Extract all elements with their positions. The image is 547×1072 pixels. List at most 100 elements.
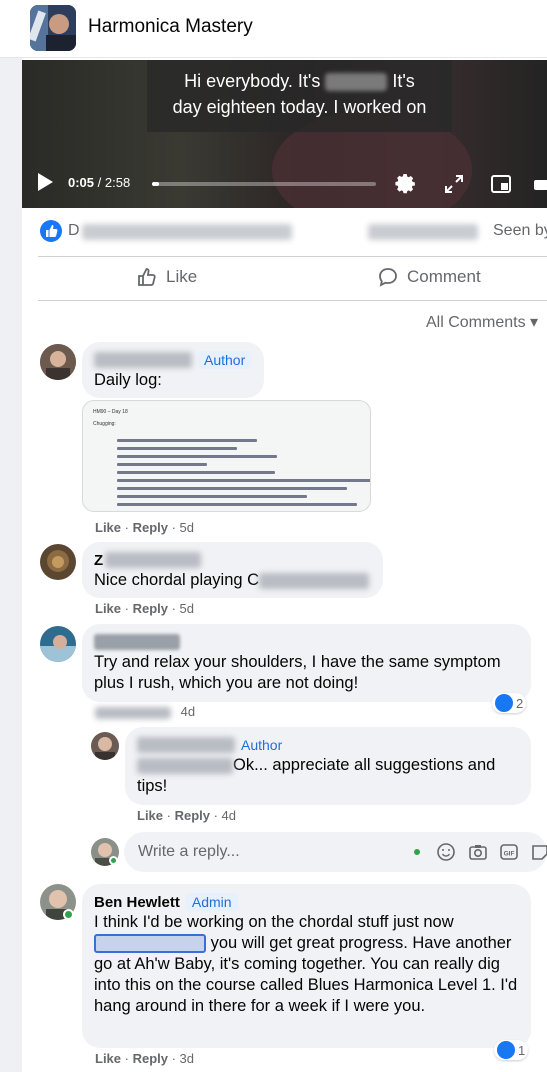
chevron-down-icon: ▾ xyxy=(530,314,539,331)
volume-icon[interactable] xyxy=(532,172,547,196)
comment-bubble: Ben Hewlett Admin I think I'd be working… xyxy=(82,884,531,1048)
reply-input[interactable]: Write a reply... GIF xyxy=(124,832,547,872)
comment-meta: Like · Reply · 5d xyxy=(95,601,195,616)
like-reaction-icon xyxy=(495,694,513,712)
play-icon[interactable] xyxy=(38,173,53,191)
note-heading: HM90 – Day 18 xyxy=(93,409,128,415)
group-avatar[interactable] xyxy=(30,5,76,51)
caption-line1-end: It's xyxy=(392,71,415,91)
video-player[interactable]: Hi everybody. It's It's day eighteen tod… xyxy=(22,60,547,208)
like-link[interactable]: Like xyxy=(95,1051,121,1066)
reply-time[interactable]: 4d xyxy=(222,808,236,823)
reply-author[interactable]: Author xyxy=(137,735,519,755)
author-badge: Author xyxy=(241,737,283,753)
all-comments-label: All Comments xyxy=(426,314,526,331)
author-badge: Admin xyxy=(185,893,238,911)
camera-icon[interactable] xyxy=(468,842,488,862)
settings-gear-icon[interactable] xyxy=(394,172,418,196)
reaction-count: 2 xyxy=(516,695,524,711)
divider-top xyxy=(38,256,547,257)
sticker-icon[interactable] xyxy=(530,842,547,862)
fullscreen-icon[interactable] xyxy=(442,172,466,196)
comment-image-attachment[interactable]: HM90 – Day 18 Chugging: xyxy=(82,400,371,512)
comment-count-redacted xyxy=(368,224,478,240)
comment-text-line1: I think I'd be working on the chordal st… xyxy=(94,913,454,931)
author-name-redacted xyxy=(94,634,180,650)
like-label: Like xyxy=(166,267,198,286)
picture-in-picture-icon[interactable] xyxy=(489,172,513,196)
reactor-names-redacted xyxy=(82,224,292,240)
author-name-redacted xyxy=(137,737,235,753)
comment-author[interactable] xyxy=(94,632,519,652)
comment-meta: Like · Reply · 3d xyxy=(95,1051,195,1066)
mention-redacted[interactable] xyxy=(94,934,206,954)
author-name-redacted xyxy=(94,352,192,368)
svg-text:GIF: GIF xyxy=(504,851,515,858)
author-name: Ben Hewlett xyxy=(94,893,180,911)
reaction-count-badge[interactable]: 1 xyxy=(494,1040,529,1060)
reaction-count-badge[interactable]: 2 xyxy=(492,693,527,713)
comment-label: Comment xyxy=(407,267,481,286)
author-badge: Author xyxy=(198,351,252,369)
comment-text: Try and relax your shoulders, I have the… xyxy=(94,653,501,692)
comment-text: I think I'd be working on the chordal st… xyxy=(94,912,519,1017)
group-title[interactable]: Harmonica Mastery xyxy=(88,16,253,38)
comment-sort-dropdown[interactable]: All Comments ▾ xyxy=(426,312,538,332)
mention-redacted xyxy=(137,757,233,774)
note-line xyxy=(117,479,370,482)
comment-meta: Like · Reply · 5d xyxy=(95,520,195,535)
note-line xyxy=(117,495,307,498)
author-initial: Z xyxy=(94,551,104,569)
reply-link[interactable]: Reply xyxy=(133,1051,168,1066)
reply-link[interactable]: Reply xyxy=(133,601,168,616)
caption-redacted xyxy=(325,73,388,92)
reply-meta: Like · Reply · 4d xyxy=(137,808,237,823)
emoji-icon[interactable] xyxy=(436,842,456,862)
like-link[interactable]: Like xyxy=(137,808,163,823)
comment-time[interactable]: 5d xyxy=(180,520,194,535)
post-actions: Like Comment xyxy=(38,258,547,298)
commenter-avatar[interactable] xyxy=(40,544,76,580)
reply-bubble: Author Ok... appreciate all suggestions … xyxy=(125,727,531,805)
note-line xyxy=(117,439,257,442)
comment-author[interactable]: Author xyxy=(94,350,252,370)
reply-text: Ok... appreciate all suggestions and tip… xyxy=(137,755,519,797)
author-name-redacted xyxy=(105,552,202,568)
comment-time[interactable]: 3d xyxy=(180,1051,194,1066)
comment-time[interactable]: 4d xyxy=(181,704,195,719)
reply-placeholder: Write a reply... xyxy=(138,843,240,860)
reaction-count: 1 xyxy=(518,1042,526,1058)
comment-text-visible: Nice chordal playing C xyxy=(94,571,260,589)
like-button[interactable]: Like xyxy=(136,266,197,288)
note-line xyxy=(117,463,207,466)
caption-line1-start: Hi everybody. It's xyxy=(184,71,321,91)
like-link[interactable]: Like xyxy=(95,520,121,535)
comment-meta: 4d xyxy=(95,704,195,719)
online-status-dot xyxy=(63,909,74,920)
seen-by-count[interactable]: Seen by 1 xyxy=(493,222,547,240)
reactor-initial: D xyxy=(68,222,80,239)
comment-author[interactable]: Z xyxy=(94,550,371,570)
commenter-avatar[interactable] xyxy=(40,626,76,662)
comment-button[interactable]: Comment xyxy=(377,266,481,288)
video-time: 0:05 / 2:58 xyxy=(68,175,131,190)
video-captions: Hi everybody. It's It's day eighteen tod… xyxy=(147,60,452,132)
group-header: Harmonica Mastery xyxy=(0,0,547,58)
comment-bubble-icon xyxy=(379,268,397,287)
comment-time[interactable]: 5d xyxy=(180,601,194,616)
replier-avatar[interactable] xyxy=(91,732,119,760)
comment-author[interactable]: Ben Hewlett Admin xyxy=(94,892,519,912)
reply-link[interactable]: Reply xyxy=(175,808,210,823)
progress-fill xyxy=(152,182,159,186)
reply-link[interactable]: Reply xyxy=(133,520,168,535)
caption-line2: day eighteen today. I worked on xyxy=(172,97,427,117)
like-link[interactable]: Like xyxy=(95,601,121,616)
commenter-avatar[interactable] xyxy=(40,344,76,380)
current-time: 0:05 xyxy=(68,175,95,190)
progress-track[interactable] xyxy=(152,182,376,186)
duration: 2:58 xyxy=(104,175,131,190)
divider-bottom xyxy=(38,300,547,301)
note-line xyxy=(117,455,277,458)
gif-icon[interactable]: GIF xyxy=(499,842,519,862)
typing-indicator-dot xyxy=(414,849,420,855)
